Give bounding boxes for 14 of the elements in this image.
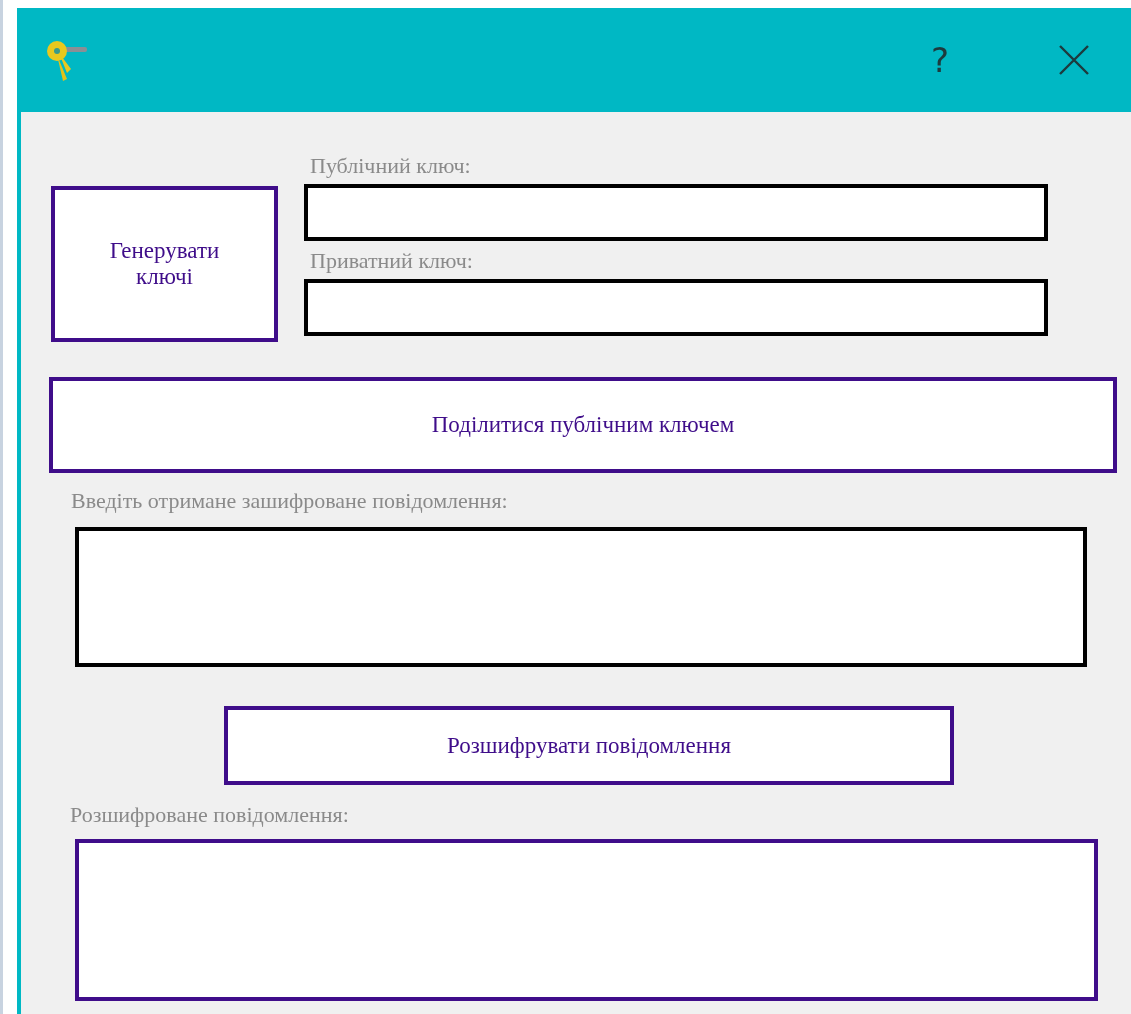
private-key-label: Приватний ключ: <box>309 247 473 275</box>
close-button[interactable] <box>1057 43 1091 77</box>
close-icon <box>1057 43 1091 77</box>
share-public-key-button[interactable]: Поділитися публічним ключем <box>49 377 1117 473</box>
decrypted-message-field[interactable] <box>75 839 1098 1001</box>
public-key-label: Публічний ключ: <box>309 152 471 180</box>
help-button[interactable]: ? <box>922 40 957 80</box>
encrypted-message-field[interactable] <box>75 527 1087 667</box>
encrypted-message-label: Введіть отримане зашифроване повідомлення: <box>70 487 508 515</box>
private-key-field[interactable] <box>304 279 1048 336</box>
public-key-field[interactable] <box>304 184 1048 241</box>
decrypt-message-button[interactable]: Розшифрувати повідомлення <box>224 706 954 785</box>
decrypted-message-label: Розшифроване повідомлення: <box>69 801 349 829</box>
generate-keys-button[interactable]: Генерувати ключі <box>51 186 278 342</box>
